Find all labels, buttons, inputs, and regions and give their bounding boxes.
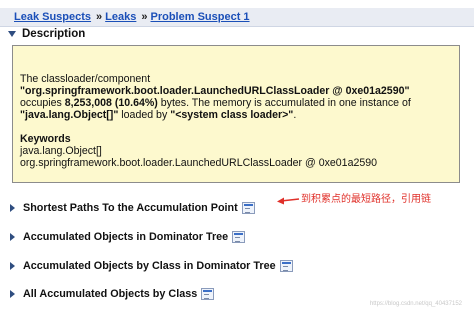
breadcrumb-problem-suspect-link[interactable]: Problem Suspect 1 xyxy=(151,11,250,23)
collapsed-triangle-icon[interactable] xyxy=(10,204,15,212)
section-by-class-dominator-tree[interactable]: Accumulated Objects by Class in Dominato… xyxy=(10,258,293,274)
classloader-name: "org.springframework.boot.loader.Launche… xyxy=(20,85,410,97)
description-line: "java.lang.Object[]" loaded by "<system … xyxy=(20,109,297,121)
section-dominator-tree[interactable]: Accumulated Objects in Dominator Tree xyxy=(10,229,246,245)
section-shortest-paths[interactable]: Shortest Paths To the Accumulation Point xyxy=(10,200,255,216)
description-line: occupies 8,253,008 (10.64%) bytes. The m… xyxy=(20,97,411,109)
annotation-arrow-icon xyxy=(277,197,300,205)
breadcrumb: Leak Suspects» Leaks» Problem Suspect 1 xyxy=(0,8,474,27)
section-title: Accumulated Objects in Dominator Tree xyxy=(23,231,229,243)
expanded-triangle-icon[interactable] xyxy=(8,30,16,37)
query-icon[interactable] xyxy=(232,231,246,243)
collapsed-triangle-icon[interactable] xyxy=(10,290,15,298)
query-icon[interactable] xyxy=(241,202,255,214)
annotation-text: 到积累点的最短路径，引用链 xyxy=(301,194,431,205)
description-header[interactable]: Description xyxy=(8,27,85,41)
section-all-by-class[interactable]: All Accumulated Objects by Class xyxy=(10,286,215,302)
breadcrumb-leaks-link[interactable]: Leaks xyxy=(105,11,136,23)
description-line: The classloader/component xyxy=(20,73,151,85)
section-title: All Accumulated Objects by Class xyxy=(23,288,198,300)
description-box: The classloader/component "org.springfra… xyxy=(12,45,460,183)
breadcrumb-leak-suspects-link[interactable]: Leak Suspects xyxy=(14,11,91,23)
watermark: https://blog.csdn.net/qq_40437152 xyxy=(369,301,462,307)
section-title: Accumulated Objects by Class in Dominato… xyxy=(23,260,276,272)
description-heading: Description xyxy=(22,28,86,40)
breadcrumb-separator: » xyxy=(96,11,103,23)
collapsed-triangle-icon[interactable] xyxy=(10,262,15,270)
retained-size: 8,253,008 (10.64%) xyxy=(64,97,158,109)
keywords-heading: Keywords xyxy=(20,133,71,145)
collapsed-triangle-icon[interactable] xyxy=(10,233,15,241)
query-icon[interactable] xyxy=(201,288,215,300)
breadcrumb-separator: » xyxy=(141,11,148,23)
keyword-item: java.lang.Object[] xyxy=(20,145,102,157)
section-title: Shortest Paths To the Accumulation Point xyxy=(23,202,238,214)
keyword-item: org.springframework.boot.loader.Launched… xyxy=(20,157,378,169)
query-icon[interactable] xyxy=(279,260,293,272)
